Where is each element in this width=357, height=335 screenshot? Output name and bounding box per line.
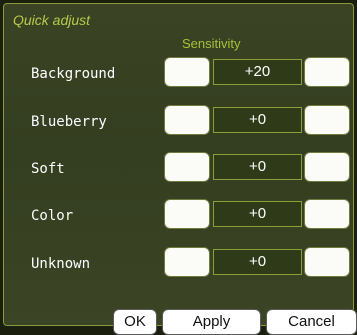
soft-value-field[interactable]: +0 [213,154,302,180]
increase-color-button[interactable] [304,199,350,229]
ok-button[interactable]: OK [113,309,157,335]
increase-soft-button[interactable] [304,152,350,182]
row-label-background: Background [31,66,116,82]
row-label-unknown: Unknown [31,256,91,272]
increase-unknown-button[interactable] [304,247,350,277]
decrease-color-button[interactable] [164,199,210,229]
dialog-title: Quick adjust [13,12,91,28]
blueberry-value-field[interactable]: +0 [213,107,302,133]
apply-button[interactable]: Apply [162,309,261,335]
row-label-soft: Soft [31,161,65,177]
quick-adjust-dialog: Quick adjust Sensitivity Background +20 … [3,3,357,335]
decrease-unknown-button[interactable] [164,247,210,277]
color-value-field[interactable]: +0 [213,201,302,227]
decrease-background-button[interactable] [164,57,210,87]
decrease-blueberry-button[interactable] [164,105,210,135]
increase-blueberry-button[interactable] [304,105,350,135]
increase-background-button[interactable] [304,57,350,87]
row-label-color: Color [31,208,74,224]
background-value-field[interactable]: +20 [213,59,302,85]
adjust-row-blueberry: Blueberry +0 [4,105,353,139]
unknown-value-field[interactable]: +0 [213,249,302,275]
adjust-row-soft: Soft +0 [4,152,353,186]
decrease-soft-button[interactable] [164,152,210,182]
adjust-row-background: Background +20 [4,57,353,91]
cancel-button[interactable]: Cancel [266,309,357,335]
sensitivity-column-header: Sensitivity [182,36,241,51]
row-label-blueberry: Blueberry [31,114,107,130]
adjust-row-color: Color +0 [4,199,353,233]
adjust-row-unknown: Unknown +0 [4,247,353,281]
